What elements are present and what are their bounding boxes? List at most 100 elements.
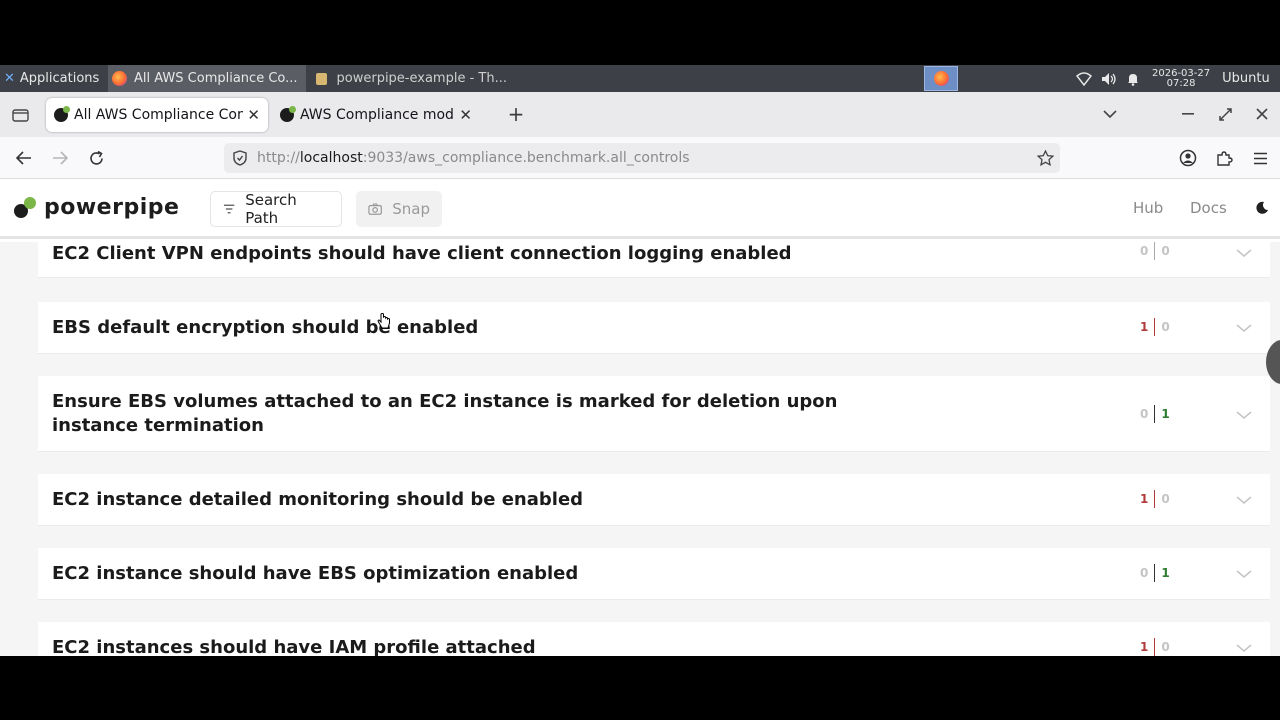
ok-count: 0: [1161, 320, 1170, 334]
folder-icon: [316, 72, 327, 85]
control-title: Ensure EBS volumes attached to an EC2 in…: [52, 391, 838, 436]
theme-toggle-moon-icon[interactable]: [1255, 201, 1269, 215]
controls-list: EC2 Client VPN endpoints should have cli…: [0, 242, 1280, 656]
control-title: EC2 instance should have EBS optimizatio…: [52, 563, 579, 584]
taskbar-window-files[interactable]: powerpipe-example - Th...: [306, 65, 511, 92]
applications-label: Applications: [19, 71, 100, 86]
clock[interactable]: 2026-03-27 07:28: [1152, 67, 1211, 89]
user-menu[interactable]: Ubuntu: [1222, 71, 1270, 86]
control-row[interactable]: EC2 instance detailed monitoring should …: [38, 474, 1270, 526]
control-counts: 10: [1140, 318, 1170, 336]
tab-aws-compliance-mod[interactable]: AWS Compliance mod | P ✕: [272, 98, 480, 132]
account-icon[interactable]: [1178, 148, 1198, 168]
ok-count: 1: [1161, 566, 1170, 580]
snap-label: Snap: [392, 200, 430, 218]
chevron-down-icon[interactable]: [1236, 640, 1252, 656]
logo-text: powerpipe: [44, 195, 180, 220]
chevron-down-icon[interactable]: [1236, 245, 1252, 261]
chevron-down-icon[interactable]: [1236, 492, 1252, 508]
control-row[interactable]: EC2 Client VPN endpoints should have cli…: [38, 242, 1270, 278]
chevron-down-icon[interactable]: [1236, 566, 1252, 582]
alarm-count: 0: [1140, 407, 1149, 421]
minimize-window-icon[interactable]: [1178, 104, 1198, 124]
applications-menu[interactable]: ✕ Applications: [0, 65, 108, 92]
ok-count: 0: [1161, 244, 1170, 258]
alarm-count: 1: [1140, 320, 1149, 334]
hub-link[interactable]: Hub: [1133, 199, 1163, 217]
taskbar-window-label: All AWS Compliance Co...: [134, 71, 298, 86]
bookmark-star-icon[interactable]: [1037, 150, 1054, 166]
control-title: EC2 instance detailed monitoring should …: [52, 489, 584, 510]
restore-window-icon[interactable]: [1215, 104, 1235, 124]
close-window-icon[interactable]: [1252, 104, 1272, 124]
control-counts: 01: [1140, 564, 1170, 582]
system-tray: [1076, 71, 1140, 86]
extensions-puzzle-icon[interactable]: [1214, 148, 1234, 168]
shield-icon[interactable]: [233, 150, 247, 166]
url-host: localhost: [299, 150, 363, 166]
screen: ✕ Applications All AWS Compliance Co... …: [0, 65, 1280, 656]
forward-arrow-icon[interactable]: [50, 149, 70, 167]
browser-tab-strip: All AWS Compliance Cont ✕ AWS Compliance…: [0, 92, 1280, 137]
chevron-down-icon[interactable]: [1236, 320, 1252, 336]
powerpipe-logo-mark-icon: [14, 196, 38, 220]
control-counts: 01: [1140, 405, 1170, 423]
taskbar-window-firefox[interactable]: All AWS Compliance Co...: [108, 65, 306, 92]
close-tab-icon[interactable]: ✕: [247, 106, 260, 124]
chevron-down-icon[interactable]: [1236, 407, 1252, 423]
control-row[interactable]: EC2 instance should have EBS optimizatio…: [38, 548, 1270, 600]
snap-button[interactable]: Snap: [356, 191, 442, 227]
url-bar[interactable]: http://localhost:9033/aws_compliance.ben…: [224, 143, 1060, 173]
alarm-count: 1: [1140, 640, 1149, 654]
powerpipe-logo[interactable]: powerpipe: [14, 195, 179, 220]
docs-link[interactable]: Docs: [1190, 199, 1227, 217]
control-title: EC2 Client VPN endpoints should have cli…: [52, 243, 792, 264]
ok-count: 0: [1161, 492, 1170, 506]
reload-icon[interactable]: [86, 149, 106, 167]
notification-bell-icon[interactable]: [1126, 72, 1140, 86]
search-path-button[interactable]: Search Path: [210, 191, 342, 227]
ok-count: 1: [1161, 407, 1170, 421]
volume-icon[interactable]: [1101, 72, 1117, 86]
ok-count: 0: [1161, 640, 1170, 654]
close-tab-icon[interactable]: ✕: [459, 106, 472, 124]
url-prefix: http://: [257, 150, 300, 166]
url-path: :9033/aws_compliance.benchmark.all_contr…: [362, 150, 690, 166]
alarm-count: 1: [1140, 492, 1149, 506]
control-counts: 10: [1140, 638, 1170, 656]
tab-label: AWS Compliance mod | P: [300, 106, 455, 123]
taskbar-window-label: powerpipe-example - Th...: [336, 71, 507, 86]
tab-label: All AWS Compliance Cont: [74, 106, 244, 123]
filter-lines-icon: [223, 204, 235, 214]
tab-aws-compliance-controls[interactable]: All AWS Compliance Cont ✕: [46, 97, 268, 132]
alarm-count: 0: [1140, 566, 1149, 580]
powerpipe-favicon-icon: [280, 105, 296, 122]
os-taskbar: ✕ Applications All AWS Compliance Co... …: [0, 65, 1280, 92]
powerpipe-header: powerpipe Search Path Snap Hub Docs: [0, 179, 1280, 239]
control-title: EBS default encryption should be enabled: [52, 317, 479, 338]
tab-manager-icon[interactable]: [10, 104, 30, 124]
control-title: EC2 instances should have IAM profile at…: [52, 637, 536, 656]
powerpipe-favicon-icon: [54, 105, 70, 122]
browser-navigation-bar: http://localhost:9033/aws_compliance.ben…: [0, 137, 1280, 179]
camera-icon: [368, 203, 382, 215]
firefox-icon: [933, 71, 949, 86]
wifi-icon[interactable]: [1076, 71, 1092, 86]
clock-date: 2026-03-27: [1152, 67, 1211, 79]
control-row[interactable]: EBS default encryption should be enabled…: [38, 302, 1270, 354]
firefox-icon: [112, 71, 127, 86]
control-counts: 10: [1140, 490, 1170, 508]
control-counts: 00: [1140, 242, 1170, 260]
xfce-icon: ✕: [4, 71, 15, 86]
hamburger-menu-icon[interactable]: [1250, 148, 1270, 168]
hand-cursor-icon: [377, 313, 390, 329]
control-row[interactable]: Ensure EBS volumes attached to an EC2 in…: [38, 376, 1270, 452]
search-path-label: Search Path: [245, 191, 297, 227]
control-row[interactable]: EC2 instances should have IAM profile at…: [38, 622, 1270, 656]
new-tab-icon[interactable]: +: [506, 102, 526, 126]
alarm-count: 0: [1140, 244, 1149, 258]
list-all-tabs-chevron-down-icon[interactable]: [1100, 104, 1120, 124]
clock-time: 07:28: [1166, 77, 1196, 89]
back-arrow-icon[interactable]: [14, 149, 34, 167]
workspace-firefox-button[interactable]: [924, 66, 958, 91]
